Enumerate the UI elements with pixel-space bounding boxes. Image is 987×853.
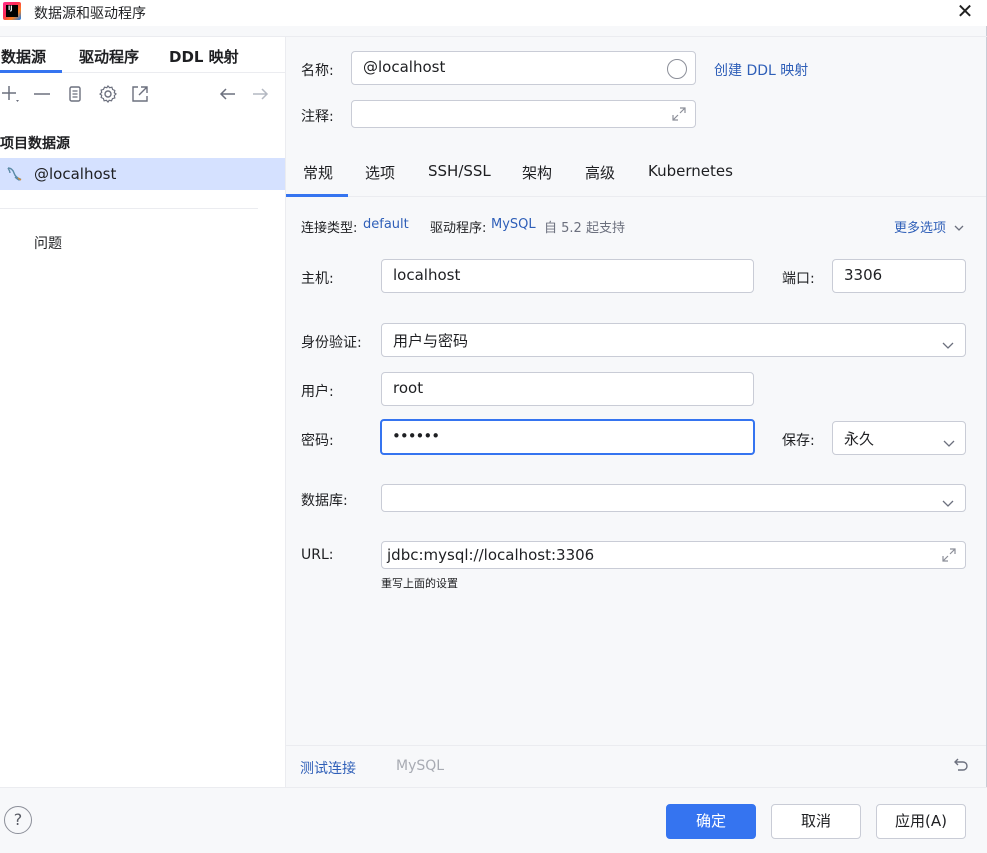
tab-advanced[interactable]: 高级 (585, 162, 615, 183)
remove-icon[interactable] (31, 83, 53, 105)
port-label: 端口: (782, 271, 815, 287)
left-divider (0, 208, 258, 209)
more-options-link[interactable]: 更多选项 (894, 217, 964, 236)
comment-label: 注释: (301, 109, 334, 125)
host-value: localhost (393, 266, 461, 284)
tab-kubernetes[interactable]: Kubernetes (648, 162, 733, 180)
color-picker-icon[interactable] (667, 59, 687, 79)
url-label: URL: (301, 547, 334, 563)
apply-button[interactable]: 应用(A) (876, 804, 966, 839)
problems-item[interactable]: 问题 (34, 233, 62, 253)
data-source-item[interactable]: @localhost (0, 158, 285, 190)
chevron-down-icon (942, 494, 954, 512)
url-field[interactable]: jdbc:mysql://localhost:3306 (381, 541, 966, 569)
host-field[interactable]: localhost (381, 259, 754, 293)
open-external-icon[interactable] (129, 83, 151, 105)
add-icon[interactable] (0, 83, 22, 105)
active-tab-indicator (286, 194, 348, 197)
save-value: 永久 (844, 430, 875, 448)
revert-icon[interactable] (950, 755, 970, 779)
name-value: @localhost (363, 58, 446, 76)
auth-value: 用户与密码 (393, 332, 469, 350)
tabs-baseline (286, 196, 986, 197)
tab-ddl-mappings[interactable]: DDL 映射 (169, 46, 239, 67)
left-panel: 数据源 驱动程序 DDL 映射 项目数据源 @localhost 问题 (0, 37, 286, 787)
tab-ssh-ssl[interactable]: SSH/SSL (428, 162, 491, 180)
cancel-button[interactable]: 取消 (771, 804, 861, 839)
connection-type-value[interactable]: default (363, 217, 409, 232)
forward-arrow-icon[interactable] (249, 83, 271, 105)
copy-icon[interactable] (64, 83, 86, 105)
test-connection-link[interactable]: 测试连接 (300, 758, 356, 778)
tab-drivers[interactable]: 驱动程序 (79, 46, 139, 67)
port-field[interactable]: 3306 (832, 259, 966, 293)
chevron-down-icon (943, 434, 955, 452)
url-hint: 重写上面的设置 (381, 577, 458, 590)
mysql-dolphin-icon (5, 164, 25, 184)
create-ddl-mapping-link[interactable]: 创建 DDL 映射 (714, 60, 808, 80)
auth-select[interactable]: 用户与密码 (381, 323, 966, 357)
expand-icon[interactable] (940, 546, 958, 568)
url-value: jdbc:mysql://localhost:3306 (387, 546, 595, 564)
driver-label: 驱动程序: (430, 221, 487, 236)
user-label: 用户: (301, 384, 334, 400)
save-label: 保存: (782, 433, 815, 449)
left-tabs: 数据源 驱动程序 DDL 映射 (0, 37, 285, 74)
password-field[interactable]: •••••• (380, 419, 755, 455)
database-select[interactable] (381, 484, 966, 512)
chevron-down-icon (954, 221, 964, 236)
driver-name-text: MySQL (396, 758, 445, 774)
more-options-label: 更多选项 (894, 221, 947, 236)
tab-data-sources[interactable]: 数据源 (1, 46, 46, 67)
user-field[interactable]: root (381, 372, 754, 406)
app-logo-icon: IJ (3, 2, 21, 20)
save-select[interactable]: 永久 (832, 421, 966, 455)
window-title: 数据源和驱动程序 (34, 6, 146, 22)
right-panel: 名称: @localhost 创建 DDL 映射 注释: 常规 选项 SSH/S… (286, 37, 986, 787)
database-label: 数据库: (301, 493, 348, 509)
connection-type-label: 连接类型: (301, 221, 358, 236)
back-arrow-icon[interactable] (217, 83, 239, 105)
port-value: 3306 (844, 266, 883, 284)
dialog-footer: ? 确定 取消 应用(A) (0, 787, 987, 853)
help-button[interactable]: ? (4, 806, 32, 834)
active-tab-indicator (0, 70, 62, 73)
password-label: 密码: (301, 433, 334, 449)
data-sources-dialog: IJ 数据源和驱动程序 ✕ 数据源 驱动程序 DDL 映射 项目数据源 @loc… (0, 0, 987, 853)
name-label: 名称: (301, 63, 334, 79)
chevron-down-icon (942, 336, 954, 354)
driver-link[interactable]: MySQL (491, 217, 536, 232)
password-value: •••••• (392, 427, 440, 445)
host-label: 主机: (301, 271, 334, 287)
bottom-divider (286, 745, 986, 746)
ok-button[interactable]: 确定 (666, 804, 756, 839)
auth-label: 身份验证: (301, 335, 362, 351)
driver-support-text: 自 5.2 起支持 (544, 221, 625, 236)
name-field[interactable]: @localhost (351, 51, 696, 85)
tab-options[interactable]: 选项 (365, 162, 395, 183)
data-source-label: @localhost (34, 165, 117, 183)
settings-icon[interactable] (97, 83, 119, 105)
title-bar: IJ 数据源和驱动程序 ✕ (0, 0, 987, 26)
comment-field[interactable] (351, 100, 696, 128)
expand-icon[interactable] (670, 105, 688, 127)
close-icon[interactable]: ✕ (952, 0, 978, 24)
tab-schemas[interactable]: 架构 (522, 162, 552, 183)
user-value: root (393, 379, 424, 397)
project-data-sources-heading: 项目数据源 (0, 136, 70, 152)
tab-general[interactable]: 常规 (303, 162, 333, 183)
